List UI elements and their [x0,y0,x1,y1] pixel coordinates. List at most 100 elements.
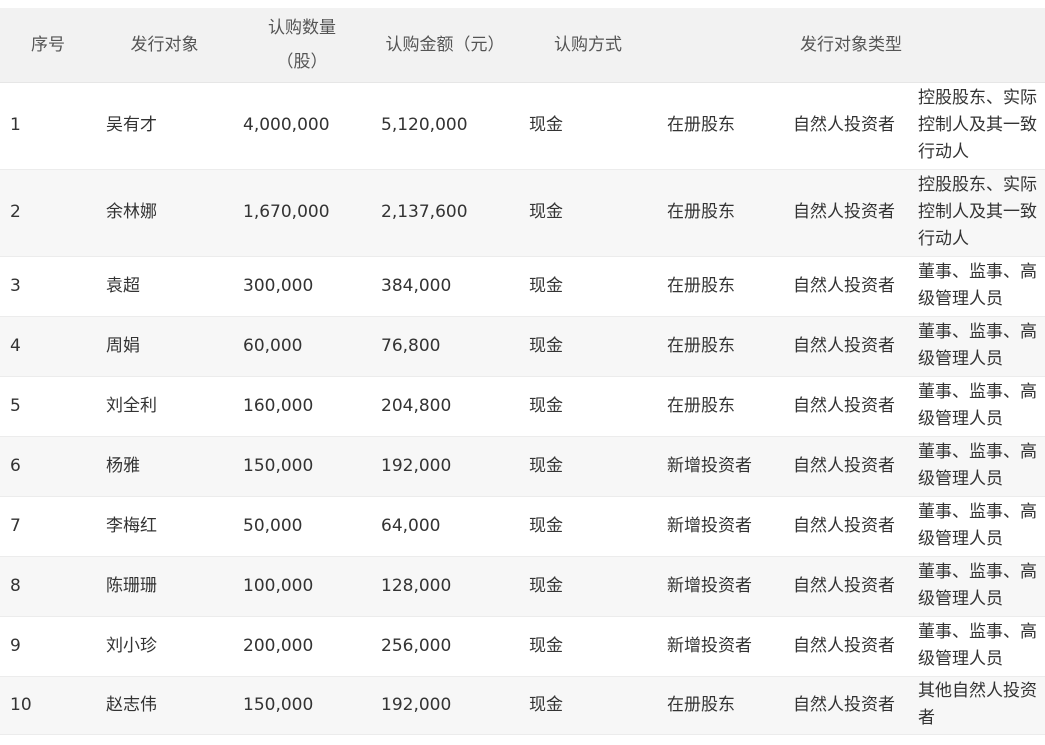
cell-investor-type: 自然人投资者 [783,376,910,437]
cell-quantity: 150,000 [233,676,371,735]
cell-category: 董事、监事、高级管理人员 [910,256,1045,317]
table-row: 5 刘全利 160,000 204,800 现金 在册股东 自然人投资者 董事、监事、高级管理… [0,376,1045,437]
cell-category: 控股股东、实际控制人及其一致行动人 [910,82,1045,170]
cell-name: 李梅红 [96,496,233,557]
cell-holder-status: 在册股东 [657,169,783,257]
cell-amount: 256,000 [371,616,519,677]
cell-holder-status: 新增投资者 [657,556,783,617]
cell-method: 现金 [519,256,657,317]
table-header: 序号 发行对象 认购数量 （股） 认购金额（元） 认购方式 发行对象类型 [0,8,1045,83]
cell-seq: 9 [0,616,96,677]
cell-seq: 3 [0,256,96,317]
cell-category: 董事、监事、高级管理人员 [910,496,1045,557]
header-method: 认购方式 [519,8,657,83]
cell-holder-status: 在册股东 [657,256,783,317]
document-page: 序号 发行对象 认购数量 （股） 认购金额（元） 认购方式 发行对象类型 1 吴有… [0,0,1045,745]
cell-method: 现金 [519,436,657,497]
cell-method: 现金 [519,316,657,377]
header-target-type: 发行对象类型 [657,8,1045,83]
cell-quantity: 200,000 [233,616,371,677]
cell-quantity: 300,000 [233,256,371,317]
cell-quantity: 100,000 [233,556,371,617]
cell-amount: 128,000 [371,556,519,617]
cell-holder-status: 新增投资者 [657,436,783,497]
cell-seq: 4 [0,316,96,377]
table-row: 3 袁超 300,000 384,000 现金 在册股东 自然人投资者 董事、监事、高级管理人… [0,256,1045,317]
cell-quantity: 4,000,000 [233,82,371,170]
cell-method: 现金 [519,676,657,735]
cell-method: 现金 [519,376,657,437]
header-amount: 认购金额（元） [371,8,519,83]
cell-investor-type: 自然人投资者 [783,616,910,677]
cell-category: 董事、监事、高级管理人员 [910,616,1045,677]
cell-name: 刘全利 [96,376,233,437]
cell-name: 刘小珍 [96,616,233,677]
cell-investor-type: 自然人投资者 [783,556,910,617]
cell-category: 控股股东、实际控制人及其一致行动人 [910,169,1045,257]
cell-amount: 192,000 [371,676,519,735]
cell-quantity: 150,000 [233,436,371,497]
header-quantity-line1: 认购数量 [268,17,336,38]
cell-seq: 6 [0,436,96,497]
cell-quantity: 50,000 [233,496,371,557]
cell-method: 现金 [519,496,657,557]
cell-name: 赵志伟 [96,676,233,735]
cell-holder-status: 新增投资者 [657,496,783,557]
cell-method: 现金 [519,616,657,677]
cell-holder-status: 在册股东 [657,676,783,735]
cell-method: 现金 [519,556,657,617]
header-row: 序号 发行对象 认购数量 （股） 认购金额（元） 认购方式 发行对象类型 [0,8,1045,83]
cell-investor-type: 自然人投资者 [783,436,910,497]
table-row: 10 赵志伟 150,000 192,000 现金 在册股东 自然人投资者 其他自然人投资者 [0,676,1045,735]
cell-method: 现金 [519,82,657,170]
cell-method: 现金 [519,169,657,257]
header-quantity-line2: （股） [276,51,328,72]
cell-amount: 2,137,600 [371,169,519,257]
header-quantity: 认购数量 （股） [233,8,371,83]
cell-amount: 384,000 [371,256,519,317]
cell-amount: 204,800 [371,376,519,437]
issuance-table: 序号 发行对象 认购数量 （股） 认购金额（元） 认购方式 发行对象类型 1 吴有… [0,8,1045,735]
cell-amount: 5,120,000 [371,82,519,170]
cell-name: 杨雅 [96,436,233,497]
table-body: 1 吴有才 4,000,000 5,120,000 现金 在册股东 自然人投资者 控股股东、实… [0,82,1045,735]
cell-category: 董事、监事、高级管理人员 [910,556,1045,617]
cell-investor-type: 自然人投资者 [783,496,910,557]
table-row: 8 陈珊珊 100,000 128,000 现金 新增投资者 自然人投资者 董事、监事、高级管… [0,556,1045,617]
cell-seq: 7 [0,496,96,557]
cell-category: 董事、监事、高级管理人员 [910,316,1045,377]
header-target: 发行对象 [96,8,233,83]
cell-holder-status: 在册股东 [657,316,783,377]
cell-amount: 64,000 [371,496,519,557]
cell-holder-status: 新增投资者 [657,616,783,677]
cell-seq: 1 [0,82,96,170]
cell-category: 董事、监事、高级管理人员 [910,436,1045,497]
cell-quantity: 1,670,000 [233,169,371,257]
cell-holder-status: 在册股东 [657,376,783,437]
cell-investor-type: 自然人投资者 [783,169,910,257]
table-row: 6 杨雅 150,000 192,000 现金 新增投资者 自然人投资者 董事、监事、高级管理… [0,436,1045,497]
cell-investor-type: 自然人投资者 [783,676,910,735]
cell-category: 董事、监事、高级管理人员 [910,376,1045,437]
table-row: 4 周娟 60,000 76,800 现金 在册股东 自然人投资者 董事、监事、高级管理人员 [0,316,1045,377]
cell-amount: 192,000 [371,436,519,497]
cell-investor-type: 自然人投资者 [783,82,910,170]
table-row: 2 余林娜 1,670,000 2,137,600 现金 在册股东 自然人投资者 控股股东、实… [0,169,1045,257]
cell-name: 余林娜 [96,169,233,257]
cell-name: 周娟 [96,316,233,377]
cell-seq: 8 [0,556,96,617]
cell-amount: 76,800 [371,316,519,377]
cell-seq: 2 [0,169,96,257]
cell-holder-status: 在册股东 [657,82,783,170]
table-row: 1 吴有才 4,000,000 5,120,000 现金 在册股东 自然人投资者 控股股东、实… [0,82,1045,170]
header-seq: 序号 [0,8,96,83]
cell-quantity: 160,000 [233,376,371,437]
cell-name: 陈珊珊 [96,556,233,617]
cell-investor-type: 自然人投资者 [783,256,910,317]
cell-investor-type: 自然人投资者 [783,316,910,377]
table-row: 9 刘小珍 200,000 256,000 现金 新增投资者 自然人投资者 董事、监事、高级管… [0,616,1045,677]
cell-seq: 5 [0,376,96,437]
cell-quantity: 60,000 [233,316,371,377]
cell-name: 袁超 [96,256,233,317]
cell-name: 吴有才 [96,82,233,170]
